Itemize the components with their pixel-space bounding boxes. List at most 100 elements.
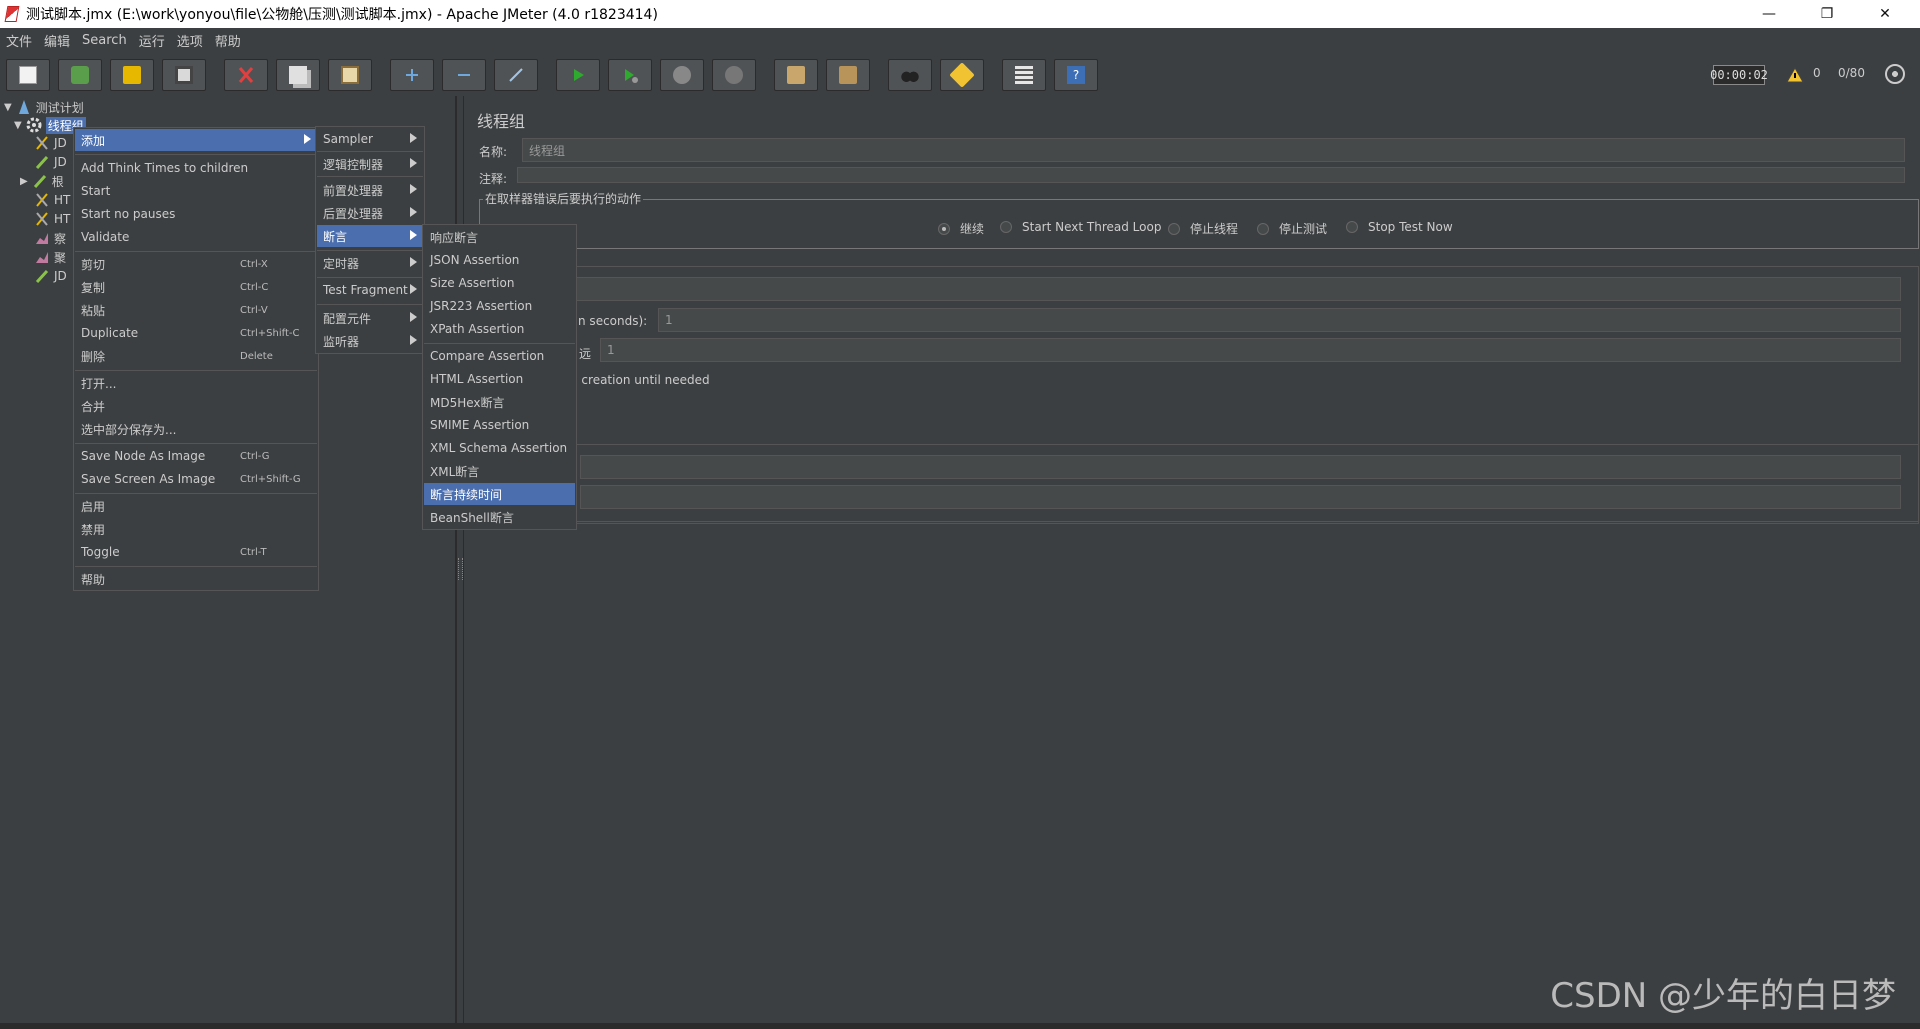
start-no-pauses-button[interactable]: [608, 59, 652, 91]
menu-item-save-node-as-image[interactable]: Save Node As Image Ctrl-G: [75, 445, 317, 467]
tree-expand-icon[interactable]: ▼: [4, 102, 12, 113]
open-button[interactable]: [110, 59, 154, 91]
menu-item-add[interactable]: 添加: [75, 129, 317, 151]
menu-item-add-think-times[interactable]: Add Think Times to children: [75, 157, 317, 179]
tree-node-child[interactable]: 察: [34, 229, 66, 247]
paste-button[interactable]: [328, 59, 372, 91]
new-button[interactable]: [6, 59, 50, 91]
maximize-button[interactable]: ❐: [1798, 0, 1856, 28]
tree-node-test-plan[interactable]: ▼ 测试计划: [4, 98, 84, 116]
tree-node-child[interactable]: 聚: [34, 248, 66, 266]
menu-item-enable[interactable]: 启用: [75, 495, 317, 517]
rampup-field[interactable]: 1: [658, 308, 1901, 332]
copy-button[interactable]: [276, 59, 320, 91]
menu-item-beanshell-assertion[interactable]: BeanShell断言: [424, 506, 575, 528]
menu-item-assertion[interactable]: 断言: [317, 225, 423, 247]
number-of-threads-field[interactable]: [575, 277, 1901, 301]
menu-item-compare-assertion[interactable]: Compare Assertion: [424, 345, 575, 367]
menu-item-xml-schema-assertion[interactable]: XML Schema Assertion: [424, 437, 575, 459]
tree-node-child[interactable]: JD: [34, 267, 67, 285]
menu-search[interactable]: Search: [78, 33, 135, 48]
menu-item-cut[interactable]: 剪切 Ctrl-X: [75, 253, 317, 275]
menu-item-delete[interactable]: 删除 Delete: [75, 345, 317, 367]
menu-item-start[interactable]: Start: [75, 180, 317, 202]
shutdown-button[interactable]: [712, 59, 756, 91]
clear-all-button[interactable]: [826, 59, 870, 91]
menu-item-config-element[interactable]: 配置元件: [317, 307, 423, 329]
menu-item-toggle[interactable]: Toggle Ctrl-T: [75, 541, 317, 563]
save-button[interactable]: [162, 59, 206, 91]
cut-button[interactable]: [224, 59, 268, 91]
menu-item-pre-processor[interactable]: 前置处理器: [317, 179, 423, 201]
menu-item-disable[interactable]: 禁用: [75, 518, 317, 540]
menu-item-test-fragment[interactable]: Test Fragment: [317, 279, 423, 301]
function-helper-button[interactable]: [1002, 59, 1046, 91]
toggle-button[interactable]: [494, 59, 538, 91]
startup-delay-field[interactable]: [580, 485, 1901, 509]
clear-button[interactable]: [774, 59, 818, 91]
menu-run[interactable]: 运行: [135, 31, 173, 50]
menu-item-logic-controller[interactable]: 逻辑控制器: [317, 153, 423, 175]
radio-start-next-thread-loop[interactable]: Start Next Thread Loop: [1000, 220, 1161, 234]
tree-expand-icon[interactable]: ▼: [14, 120, 22, 131]
menu-item-save-selection-as[interactable]: 选中部分保存为...: [75, 418, 317, 440]
menu-item-help[interactable]: 帮助: [75, 568, 317, 590]
menu-item-html-assertion[interactable]: HTML Assertion: [424, 368, 575, 390]
menu-item-start-no-pauses[interactable]: Start no pauses: [75, 203, 317, 225]
minimize-button[interactable]: —: [1740, 0, 1798, 28]
stop-button[interactable]: [660, 59, 704, 91]
close-button[interactable]: ✕: [1856, 0, 1914, 28]
clear-broom-icon: [787, 66, 805, 84]
menu-item-duration-assertion[interactable]: 断言持续时间: [424, 483, 575, 505]
collapse-all-button[interactable]: [442, 59, 486, 91]
menu-item-label: 复制: [81, 280, 106, 295]
menu-item-json-assertion[interactable]: JSON Assertion: [424, 249, 575, 271]
search-button[interactable]: [888, 59, 932, 91]
menu-item-paste[interactable]: 粘贴 Ctrl-V: [75, 299, 317, 321]
menu-item-sampler[interactable]: Sampler: [317, 128, 423, 150]
menu-item-response-assertion[interactable]: 响应断言: [424, 226, 575, 248]
menu-item-xpath-assertion[interactable]: XPath Assertion: [424, 318, 575, 340]
remote-status-icon[interactable]: [1885, 64, 1905, 84]
tree-node-child[interactable]: HT: [34, 191, 70, 209]
menu-item-open[interactable]: 打开...: [75, 372, 317, 394]
start-button[interactable]: [556, 59, 600, 91]
loop-count-field[interactable]: 1: [600, 338, 1901, 362]
name-field[interactable]: 线程组: [522, 138, 1905, 162]
tree-node-child[interactable]: JD: [34, 153, 67, 171]
menu-item-copy[interactable]: 复制 Ctrl-C: [75, 276, 317, 298]
menu-file[interactable]: 文件: [2, 31, 40, 50]
help-button[interactable]: ?: [1054, 59, 1098, 91]
radio-stop-test-now[interactable]: Stop Test Now: [1346, 220, 1453, 234]
menu-edit[interactable]: 编辑: [40, 31, 78, 50]
menu-item-merge[interactable]: 合并: [75, 395, 317, 417]
menu-item-jsr223-assertion[interactable]: JSR223 Assertion: [424, 295, 575, 317]
radio-stop-test[interactable]: 停止测试: [1257, 220, 1327, 237]
radio-continue[interactable]: 继续: [938, 220, 984, 237]
menu-help[interactable]: 帮助: [211, 31, 249, 50]
tree-node-child[interactable]: ▶ 根: [20, 172, 64, 190]
templates-button[interactable]: [58, 59, 102, 91]
tree-node-child[interactable]: HT: [34, 210, 70, 228]
menu-item-save-screen-as-image[interactable]: Save Screen As Image Ctrl+Shift-G: [75, 468, 317, 490]
radio-stop-thread[interactable]: 停止线程: [1168, 220, 1238, 237]
menu-item-label: Size Assertion: [430, 276, 515, 290]
menu-item-listener[interactable]: 监听器: [317, 330, 423, 352]
reset-search-button[interactable]: [940, 59, 984, 91]
tree-node-child[interactable]: JD: [34, 134, 67, 152]
menu-item-md5hex-assertion[interactable]: MD5Hex断言: [424, 391, 575, 413]
menu-item-timer[interactable]: 定时器: [317, 252, 423, 274]
expand-all-button[interactable]: [390, 59, 434, 91]
tree-collapse-icon[interactable]: ▶: [20, 176, 28, 187]
menu-item-duplicate[interactable]: Duplicate Ctrl+Shift-C: [75, 322, 317, 344]
menu-item-validate[interactable]: Validate: [75, 226, 317, 248]
duration-field[interactable]: [580, 455, 1901, 479]
menu-item-size-assertion[interactable]: Size Assertion: [424, 272, 575, 294]
menu-item-smime-assertion[interactable]: SMIME Assertion: [424, 414, 575, 436]
comment-field[interactable]: [517, 167, 1905, 183]
menu-options[interactable]: 选项: [173, 31, 211, 50]
menu-item-xml-assertion[interactable]: XML断言: [424, 460, 575, 482]
tree-node-label: 测试计划: [35, 100, 84, 115]
menu-item-label: 帮助: [81, 572, 106, 587]
menu-item-post-processor[interactable]: 后置处理器: [317, 202, 423, 224]
